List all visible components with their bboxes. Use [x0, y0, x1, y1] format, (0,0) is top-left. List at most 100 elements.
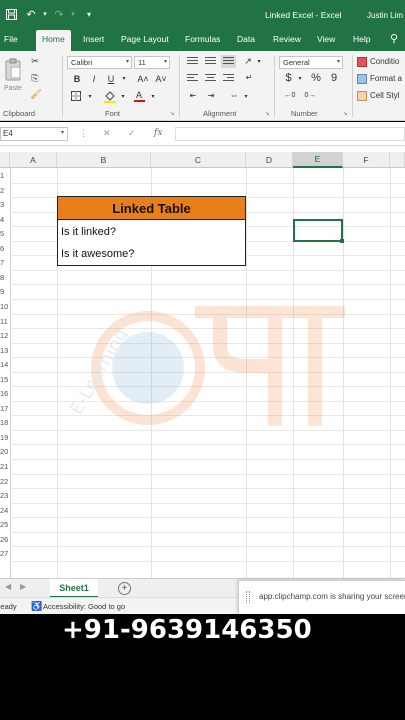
copy-icon[interactable]: ⎘: [30, 73, 40, 83]
row-header[interactable]: 26: [0, 535, 10, 544]
row-header[interactable]: 19: [0, 433, 10, 442]
row-header[interactable]: 24: [0, 506, 10, 515]
user-name[interactable]: Justin Lim: [367, 11, 403, 20]
format-painter-icon[interactable]: 🖌: [30, 89, 42, 99]
bold-button[interactable]: B: [72, 73, 82, 84]
tab-file[interactable]: File: [4, 34, 18, 44]
number-format-select[interactable]: General ▾: [279, 56, 343, 69]
customize-qat-icon[interactable]: ▾: [82, 7, 96, 21]
row-header[interactable]: 6: [0, 244, 10, 253]
active-cell-e4[interactable]: [293, 219, 344, 243]
formula-input[interactable]: [175, 127, 405, 141]
align-middle-icon[interactable]: [205, 57, 216, 66]
comma-style-button[interactable]: 9: [328, 72, 340, 84]
font-color-icon[interactable]: A: [133, 88, 145, 103]
enter-entry-icon[interactable]: ✓: [128, 128, 136, 139]
merge-center-icon[interactable]: ⇔: [228, 89, 240, 101]
row-header[interactable]: 12: [0, 331, 10, 340]
tab-insert[interactable]: Insert: [83, 34, 104, 44]
decrease-indent-icon[interactable]: ⇤: [187, 90, 199, 101]
row-header[interactable]: 10: [0, 302, 10, 311]
name-box[interactable]: E4 ▾: [0, 127, 68, 141]
align-top-icon[interactable]: [187, 57, 198, 66]
next-sheet-icon[interactable]: ▶: [20, 582, 26, 591]
merge-dropdown-icon[interactable]: ▾: [242, 91, 250, 101]
align-bottom-icon[interactable]: [221, 55, 236, 68]
row-header[interactable]: 23: [0, 491, 10, 500]
tab-view[interactable]: View: [317, 34, 335, 44]
row-header[interactable]: 13: [0, 346, 10, 355]
align-left-icon[interactable]: [187, 74, 198, 83]
linked-table-header[interactable]: Linked Table: [58, 197, 245, 220]
row-header[interactable]: 3: [0, 200, 10, 209]
format-as-table-button[interactable]: Format a: [357, 72, 405, 85]
save-icon[interactable]: [4, 7, 18, 21]
borders-icon[interactable]: [70, 90, 82, 102]
wrap-text-icon[interactable]: ↵: [242, 72, 256, 83]
tab-review[interactable]: Review: [273, 34, 301, 44]
row-header[interactable]: 20: [0, 447, 10, 456]
prev-sheet-icon[interactable]: ◀: [5, 582, 11, 591]
row-header[interactable]: 4: [0, 215, 10, 224]
currency-button[interactable]: $: [283, 72, 294, 84]
sheet-tab-sheet1[interactable]: Sheet1: [50, 579, 98, 598]
column-header-b[interactable]: B: [57, 152, 151, 168]
row-header[interactable]: 16: [0, 389, 10, 398]
row-header[interactable]: 15: [0, 375, 10, 384]
row-header[interactable]: 5: [0, 229, 10, 238]
row-header[interactable]: 7: [0, 258, 10, 267]
underline-button[interactable]: U: [106, 73, 116, 84]
column-header-g[interactable]: [390, 152, 405, 168]
conditional-formatting-button[interactable]: Conditio: [357, 55, 405, 68]
currency-dropdown-icon[interactable]: ▾: [296, 73, 304, 83]
italic-button[interactable]: I: [89, 73, 99, 84]
increase-decimal-icon[interactable]: ←0: [282, 89, 298, 101]
name-box-dropdown-icon[interactable]: ▾: [61, 129, 64, 136]
redo-icon[interactable]: ↷: [52, 7, 66, 21]
orientation-icon[interactable]: ↗: [242, 56, 254, 67]
undo-dropdown-icon[interactable]: ▾: [38, 7, 52, 21]
worksheet-grid[interactable]: A B C D E F 1 2 3 4 5 6 7 8 9 10 11 12 13 14 15 16 17 18 1…: [0, 146, 405, 578]
number-dialog-launcher-icon[interactable]: ↘: [341, 109, 349, 117]
insert-function-icon[interactable]: fx: [154, 128, 162, 138]
row-header[interactable]: 25: [0, 520, 10, 529]
font-size-select[interactable]: 11 ▾: [134, 56, 170, 69]
cell-styles-button[interactable]: Cell Styl: [357, 89, 405, 102]
tab-data[interactable]: Data: [237, 34, 255, 44]
tab-help[interactable]: Help: [353, 34, 370, 44]
paste-icon[interactable]: [3, 57, 23, 83]
decrease-decimal-icon[interactable]: 0→: [302, 89, 318, 101]
row-header[interactable]: 9: [0, 287, 10, 296]
table-row[interactable]: Is it linked?: [61, 226, 116, 238]
font-dialog-launcher-icon[interactable]: ↘: [168, 109, 176, 117]
fill-handle[interactable]: [340, 239, 344, 243]
cut-icon[interactable]: ✂: [30, 56, 40, 66]
underline-dropdown-icon[interactable]: ▾: [120, 73, 128, 84]
row-header[interactable]: 27: [0, 549, 10, 558]
redo-dropdown-icon[interactable]: ▾: [66, 7, 80, 21]
row-header[interactable]: 18: [0, 418, 10, 427]
percent-button[interactable]: %: [309, 72, 323, 84]
tab-page-layout[interactable]: Page Layout: [121, 34, 169, 44]
grow-font-button[interactable]: A˄: [137, 73, 149, 84]
align-right-icon[interactable]: [223, 74, 234, 83]
alignment-dialog-launcher-icon[interactable]: ↘: [263, 109, 271, 117]
tell-me-icon[interactable]: ⚲: [390, 32, 398, 45]
add-sheet-icon[interactable]: +: [118, 582, 131, 595]
increase-indent-icon[interactable]: ⇥: [205, 90, 217, 101]
row-header[interactable]: 21: [0, 462, 10, 471]
row-header[interactable]: 14: [0, 360, 10, 369]
select-all-corner[interactable]: [0, 152, 10, 168]
table-row[interactable]: Is it awesome?: [61, 248, 134, 260]
linked-table[interactable]: Linked Table Is it linked? Is it awesome…: [57, 196, 246, 266]
align-center-icon[interactable]: [205, 74, 216, 83]
font-color-dropdown-icon[interactable]: ▾: [149, 91, 157, 101]
row-header[interactable]: 2: [0, 186, 10, 195]
fill-color-icon[interactable]: [103, 89, 117, 103]
drag-grip-icon[interactable]: [246, 591, 250, 603]
cancel-entry-icon[interactable]: ✕: [103, 128, 111, 139]
column-header-e[interactable]: E: [293, 152, 343, 168]
row-header[interactable]: 1: [0, 171, 10, 180]
row-header[interactable]: 11: [0, 317, 10, 326]
paste-label[interactable]: Paste: [2, 84, 24, 93]
